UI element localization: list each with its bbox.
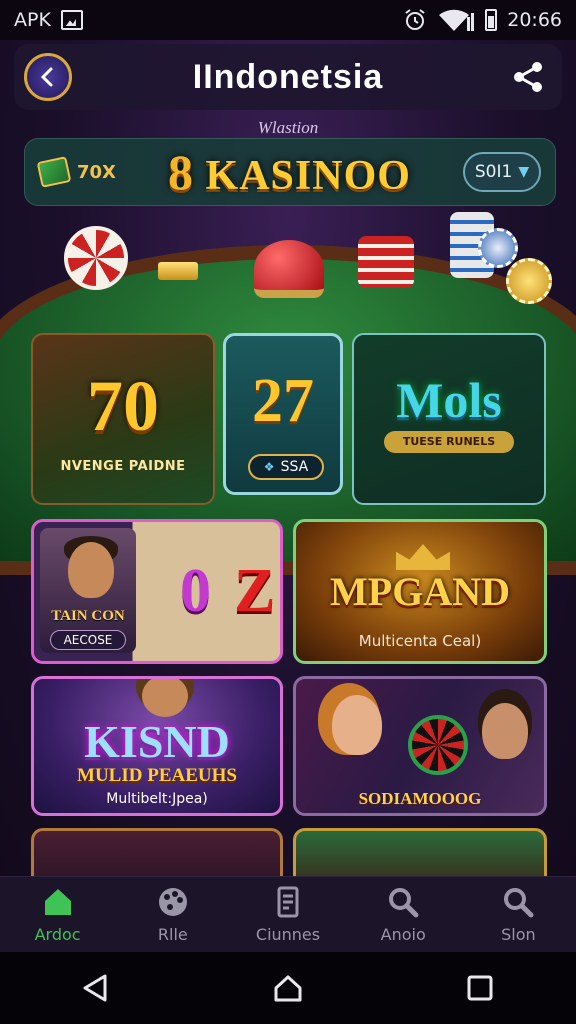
game-card-roulette[interactable]: SODIAMOOOG <box>293 676 547 816</box>
game-card-mols[interactable]: Mols TUESE RUNELS <box>352 333 546 505</box>
nav-item-list[interactable]: Ciunnes <box>230 877 345 952</box>
host-portrait-female <box>332 695 382 755</box>
battery-icon <box>485 9 498 31</box>
top-app-bar: IIndonetsia <box>14 44 562 110</box>
reel-symbol-1: 0 <box>180 557 211 625</box>
crown-icon <box>396 544 450 570</box>
page-title: IIndonetsia <box>192 57 384 96</box>
status-bar: APK 20:66 <box>0 0 576 40</box>
pill-label: S0I1 <box>474 162 513 182</box>
card-title: Mols <box>396 372 502 428</box>
chevron-down-icon: ▼ <box>518 164 530 180</box>
roulette-wheel-icon <box>408 715 468 775</box>
search-icon <box>389 888 419 918</box>
back-triangle-icon[interactable] <box>81 973 111 1003</box>
card-caption: NVENGE PAIDNE <box>60 459 186 474</box>
brand-logo: 8 KASINOO <box>116 143 463 201</box>
cash-balance[interactable]: 70X <box>36 156 116 188</box>
game-card-70[interactable]: 70 NVENGE PAIDNE <box>31 333 215 505</box>
card-caption: TUESE RUNELS <box>384 431 514 453</box>
list-icon <box>277 886 299 918</box>
nav-label: Ardoc <box>34 925 81 944</box>
subtitle: Wlastion <box>257 118 319 137</box>
slot-dome-decoration <box>254 240 324 298</box>
host-portrait <box>142 679 188 717</box>
chevron-left-icon <box>40 67 53 87</box>
clock: 20:66 <box>507 9 562 31</box>
card-caption-top: MULID PEAEUHS <box>77 765 237 786</box>
blue-chip-decoration <box>478 228 518 268</box>
card-caption-top: TAIN CON <box>51 608 125 624</box>
card-caption: Multicenta Ceal) <box>358 632 482 650</box>
brand-prefix: 8 <box>168 144 195 200</box>
nav-item-palette[interactable]: Rlle <box>115 877 230 952</box>
face-shape <box>68 542 114 598</box>
wifi-signal-icon <box>439 9 475 31</box>
cash-label: 70X <box>77 161 116 183</box>
game-card-kisnd[interactable]: KISND MULID PEAEUHS Multibelt:Jpea) <box>31 676 283 816</box>
alarm-icon <box>405 9 425 30</box>
card-caption-pill: AECOSE <box>50 630 126 650</box>
cash-icon <box>36 156 72 188</box>
bottom-nav: Ardoc Rlle Ciunnes Anoio Slon <box>0 876 576 952</box>
gold-bar-decoration <box>158 262 198 280</box>
back-button[interactable] <box>24 53 72 101</box>
share-icon <box>514 62 542 92</box>
nav-item-home[interactable]: Ardoc <box>0 877 115 952</box>
brand-name: KASINOO <box>205 153 411 199</box>
home-house-icon[interactable] <box>273 973 303 1003</box>
card-title: KISND <box>84 716 230 767</box>
card-caption: SODIAMOOOG <box>358 789 482 808</box>
recents-square-icon[interactable] <box>465 973 495 1003</box>
card-title: MPGAND <box>330 569 510 614</box>
gold-chip-decoration <box>506 258 552 304</box>
palette-icon <box>158 888 187 916</box>
host-portrait-male <box>482 703 528 759</box>
card-caption: Multibelt:Jpea) <box>106 791 208 807</box>
roulette-chip-decoration <box>64 226 128 290</box>
app-screen: APK 20:66 IIndonetsia Wlastion 70X 8 KAS… <box>0 0 576 1024</box>
nav-label: Rlle <box>157 925 188 944</box>
nav-label: Ciunnes <box>255 925 321 944</box>
card-pill-label: SSA <box>280 459 309 475</box>
image-notification-icon <box>60 10 83 30</box>
game-card-27[interactable]: 27 ❖ SSA <box>223 333 343 495</box>
card-pill: ❖ SSA <box>248 454 324 480</box>
nav-label: Slon <box>501 925 536 944</box>
nav-label: Anoio <box>380 925 426 944</box>
home-icon <box>44 889 71 915</box>
nav-item-search-2[interactable]: Slon <box>461 877 576 952</box>
search-icon <box>504 888 534 918</box>
nav-item-search[interactable]: Anoio <box>346 877 461 952</box>
carrier-label: APK <box>14 9 51 31</box>
system-nav-bar <box>0 952 576 1024</box>
account-pill-button[interactable]: S0I1 ▼ <box>463 152 541 192</box>
game-card-slots[interactable]: TAIN CON AECOSE 0 Z <box>31 519 283 664</box>
game-card-mpgand[interactable]: MPGAND Multicenta Ceal) <box>293 519 547 664</box>
card-title: 27 <box>252 367 314 435</box>
bolt-icon: ❖ <box>263 460 275 474</box>
share-button[interactable] <box>504 53 552 101</box>
card-title: 70 <box>87 366 159 446</box>
reel-symbol-2: Z <box>234 557 276 625</box>
brand-bar: 70X 8 KASINOO S0I1 ▼ <box>24 138 556 206</box>
chip-stack-decoration <box>358 236 414 288</box>
